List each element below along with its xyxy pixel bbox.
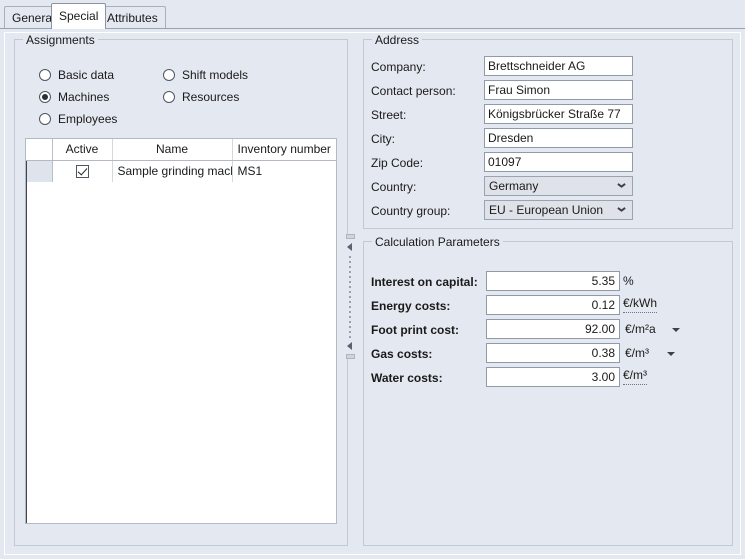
input-foot-print-cost[interactable]: 92.00 bbox=[486, 319, 620, 339]
radio-resources[interactable]: Resources bbox=[163, 90, 239, 104]
input-city[interactable]: Dresden bbox=[484, 128, 633, 148]
input-water-costs[interactable]: 3.00 bbox=[486, 367, 620, 387]
chevron-down-icon-country bbox=[618, 183, 625, 187]
input-zip-code[interactable]: 01097 bbox=[484, 152, 633, 172]
splitter-collapse-left-arrow-icon[interactable] bbox=[347, 243, 352, 251]
calculation-parameters-title: Calculation Parameters bbox=[372, 235, 503, 249]
label-company: Company: bbox=[371, 57, 426, 77]
input-gas-costs[interactable]: 0.38 bbox=[486, 343, 620, 363]
radio-label-machines: Machines bbox=[58, 90, 109, 104]
radio-employees[interactable]: Employees bbox=[39, 112, 117, 126]
assignments-groupbox: Assignments Basic data Machines Employee… bbox=[14, 39, 348, 546]
radio-label-shift-models: Shift models bbox=[182, 68, 248, 82]
unit-gas-costs[interactable]: €/m³ bbox=[625, 343, 649, 363]
radio-icon-shift-models bbox=[163, 69, 175, 81]
caret-down-icon-foot-print-cost[interactable] bbox=[672, 328, 680, 332]
tab-special[interactable]: Special bbox=[51, 3, 106, 29]
radio-shift-models[interactable]: Shift models bbox=[163, 68, 248, 82]
assignments-title: Assignments bbox=[23, 33, 98, 47]
label-street: Street: bbox=[371, 105, 406, 125]
label-interest-on-capital: Interest on capital: bbox=[371, 272, 478, 292]
label-city: City: bbox=[371, 129, 395, 149]
grid-cell-inventory-number: MS1 bbox=[232, 160, 336, 182]
select-country-value: Germany bbox=[489, 179, 538, 193]
grid-cell-name: Sample grinding machine bbox=[112, 160, 232, 182]
calculation-parameters-groupbox: Calculation Parameters Interest on capit… bbox=[363, 241, 733, 546]
grid-header-select bbox=[26, 139, 52, 160]
label-water-costs: Water costs: bbox=[371, 368, 443, 388]
address-groupbox: Address Company: Contact person: Street:… bbox=[363, 39, 733, 229]
radio-basic-data[interactable]: Basic data bbox=[39, 68, 114, 82]
splitter-top-handle[interactable] bbox=[346, 234, 355, 239]
input-company[interactable]: Brettschneider AG bbox=[484, 56, 633, 76]
label-country: Country: bbox=[371, 177, 416, 197]
grid-header-inventory-number[interactable]: Inventory number bbox=[232, 139, 336, 160]
unit-interest-on-capital: % bbox=[623, 271, 634, 291]
table-row[interactable]: Sample grinding machine MS1 bbox=[26, 160, 336, 182]
radio-icon-resources bbox=[163, 91, 175, 103]
grid-cell-select[interactable] bbox=[26, 160, 52, 182]
select-country-group[interactable]: EU - European Union bbox=[484, 200, 633, 220]
grid-header-name[interactable]: Name bbox=[112, 139, 232, 160]
grid-header-active[interactable]: Active bbox=[52, 139, 112, 160]
grid-row-indicator-bar bbox=[26, 161, 27, 523]
input-street[interactable]: Königsbrücker Straße 77 bbox=[484, 104, 633, 124]
chevron-down-icon-country-group bbox=[618, 207, 625, 211]
select-country-group-value: EU - European Union bbox=[489, 203, 603, 217]
label-energy-costs: Energy costs: bbox=[371, 296, 450, 316]
input-contact-person[interactable]: Frau Simon bbox=[484, 80, 633, 100]
unit-energy-costs: €/kWh bbox=[623, 295, 657, 313]
radio-label-basic-data: Basic data bbox=[58, 68, 114, 82]
tab-strip: General Special Attributes bbox=[0, 0, 745, 29]
unit-foot-print-cost[interactable]: €/m²a bbox=[625, 319, 656, 339]
radio-label-resources: Resources bbox=[182, 90, 239, 104]
radio-icon-basic-data bbox=[39, 69, 51, 81]
label-foot-print-cost: Foot print cost: bbox=[371, 320, 459, 340]
radio-machines[interactable]: Machines bbox=[39, 90, 109, 104]
unit-water-costs: €/m³ bbox=[623, 367, 647, 385]
vertical-splitter[interactable] bbox=[345, 234, 357, 359]
radio-icon-machines bbox=[39, 91, 51, 103]
grid-header-row: Active Name Inventory number bbox=[26, 139, 336, 160]
radio-label-employees: Employees bbox=[58, 112, 117, 126]
assignments-grid[interactable]: Active Name Inventory number Sample grin… bbox=[25, 138, 337, 524]
label-country-group: Country group: bbox=[371, 201, 450, 221]
grid-cell-active[interactable] bbox=[52, 160, 112, 182]
grid-table: Active Name Inventory number Sample grin… bbox=[26, 139, 336, 182]
select-country[interactable]: Germany bbox=[484, 176, 633, 196]
caret-down-icon-gas-costs[interactable] bbox=[667, 352, 675, 356]
splitter-collapse-left-arrow-icon-bottom[interactable] bbox=[347, 342, 352, 350]
label-gas-costs: Gas costs: bbox=[371, 344, 432, 364]
radio-icon-employees bbox=[39, 113, 51, 125]
splitter-grip[interactable] bbox=[349, 256, 351, 340]
input-interest-on-capital[interactable]: 5.35 bbox=[486, 271, 620, 291]
tab-attributes[interactable]: Attributes bbox=[99, 6, 166, 29]
label-contact-person: Contact person: bbox=[371, 81, 456, 101]
tab-content-special: Assignments Basic data Machines Employee… bbox=[0, 28, 745, 559]
input-energy-costs[interactable]: 0.12 bbox=[486, 295, 620, 315]
checkbox-icon-active[interactable] bbox=[76, 165, 89, 178]
label-zip-code: Zip Code: bbox=[371, 153, 423, 173]
address-title: Address bbox=[372, 33, 422, 47]
splitter-bottom-handle[interactable] bbox=[346, 354, 355, 359]
